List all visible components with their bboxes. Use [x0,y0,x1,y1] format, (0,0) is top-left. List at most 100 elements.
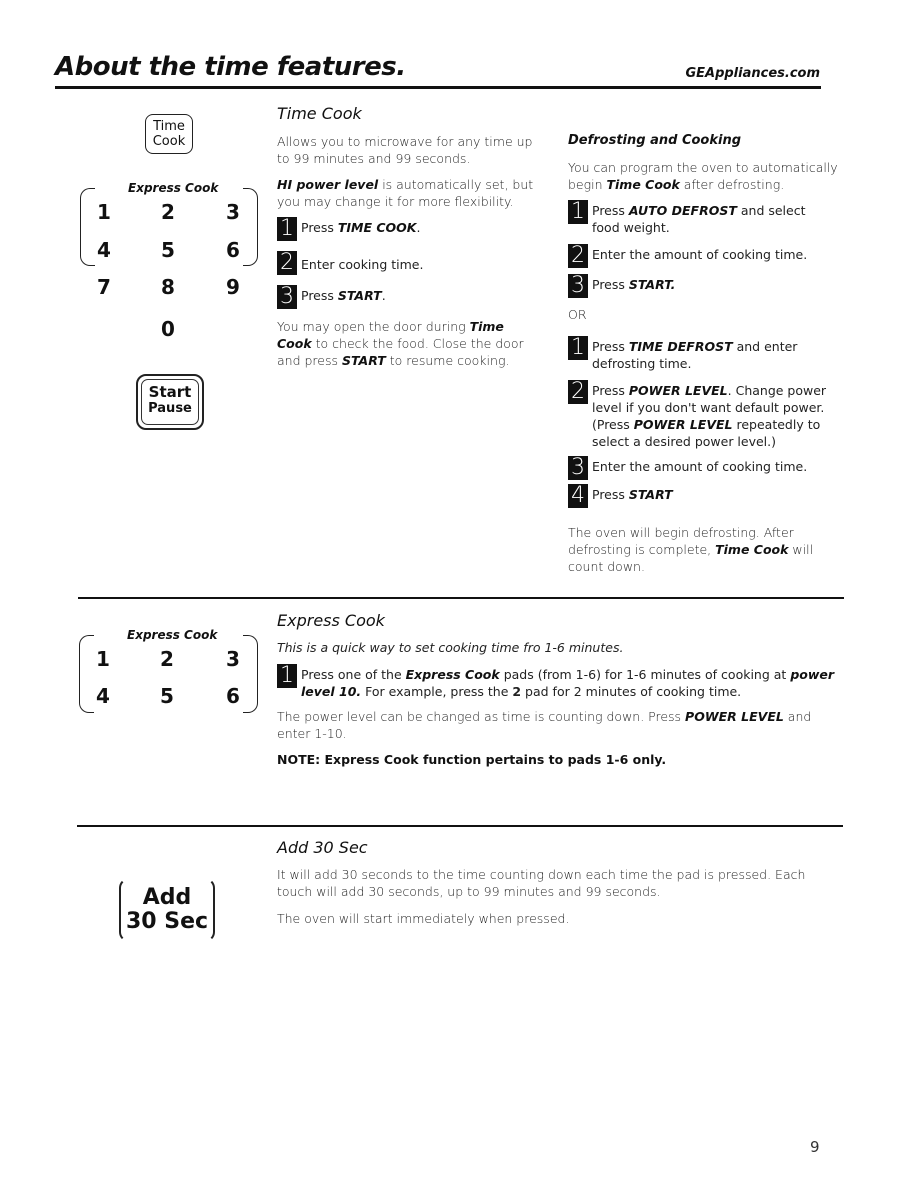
intro-bold: Time Cook [606,177,680,192]
header-divider [55,86,821,89]
defrost-steps-b: 1 Press TIME DEFROST and enter defrostin… [568,336,833,508]
step-text: Press [592,203,629,218]
express-cook-power-note: The power level can be changed as time i… [277,708,832,742]
express-key-4[interactable]: 4 [96,684,110,708]
time-cook-steps: 1 Press TIME COOK. 2 Enter cooking time.… [277,217,537,309]
step-number: 2 [568,244,588,268]
step-1: 1 Press TIME DEFROST and enter defrostin… [568,336,833,372]
keypad-bracket-left [80,188,95,266]
express-key-5[interactable]: 5 [160,684,174,708]
website-link[interactable]: GEAppliances.com [685,66,820,81]
step-number: 1 [568,200,588,224]
step-bold: START. [628,277,676,292]
step-number: 1 [277,217,297,241]
express-cook-step-1: 1 Press one of the Express Cook pads (fr… [277,664,837,700]
add-30-sec-button[interactable]: Add 30 Sec [119,878,215,942]
defrost-outro: The oven will begin defrosting. After de… [568,524,818,575]
time-cook-button[interactable]: Time Cook [145,114,193,154]
express-key-6[interactable]: 6 [226,684,240,708]
page-number: 9 [810,1138,820,1156]
step-number: 3 [277,285,297,309]
step-2: 2 Enter the amount of cooking time. [568,244,833,268]
step-bold: TIME COOK [337,220,417,235]
step-text: Press one of the [301,667,406,682]
key-4[interactable]: 4 [97,238,111,262]
power-bold: POWER LEVEL [685,709,784,724]
step-text: Press [301,220,338,235]
step-post: . [381,288,386,303]
key-1[interactable]: 1 [97,200,111,224]
30-sec-label: 30 Sec [125,909,209,934]
time-cook-line1: Time [153,119,185,134]
step-4: 4 Press START [568,484,833,508]
time-cook-power-note: HI power level is automatically set, but… [277,176,542,210]
key-2[interactable]: 2 [161,200,175,224]
step-text: Press [592,383,629,398]
express-cook-note: NOTE: Express Cook function pertains to … [277,752,667,767]
section-divider [77,825,843,827]
start-pause-button[interactable]: Start Pause [136,374,204,430]
power-bold: HI power level [277,177,379,192]
power-pre: The power level can be changed as time i… [277,709,686,724]
express-key-2[interactable]: 2 [160,647,174,671]
step-post: . [416,220,421,235]
time-cook-intro: Allows you to microwave for any time up … [277,134,533,166]
step-bold: Express Cook [405,667,500,682]
keypad-bracket-left [79,635,94,713]
step-1: 1 Press AUTO DEFROST and select food wei… [568,200,833,236]
add-30-sec-heading: Add 30 Sec [277,838,368,857]
add-30-sec-note: The oven will start immediately when pre… [277,911,570,926]
express-cook-keypad-label: Express Cook [127,628,218,642]
key-6[interactable]: 6 [226,238,240,262]
key-0[interactable]: 0 [161,317,175,341]
key-9[interactable]: 9 [226,275,240,299]
defrost-intro: You can program the oven to automaticall… [568,159,838,193]
step-text: Enter the amount of cooking time. [592,459,808,474]
step-text: Enter the amount of cooking time. [592,247,808,262]
or-label: OR [568,307,587,322]
add-30-sec-description: It will add 30 seconds to the time count… [277,867,806,899]
pause-label: Pause [148,401,192,416]
key-8[interactable]: 8 [161,275,175,299]
step-number: 4 [568,484,588,508]
key-7[interactable]: 7 [97,275,111,299]
step-post: pad for 2 minutes of cooking time. [521,684,742,699]
page-title: About the time features. [55,52,406,82]
step-number: 1 [277,664,297,688]
step-2: 2 Enter cooking time. [277,251,537,275]
step-number: 1 [568,336,588,360]
step-number: 3 [568,274,588,298]
step-mid: pads (from 1-6) for 1-6 minutes of cooki… [499,667,791,682]
step-text: Press [592,487,629,502]
outro-bold: Time Cook [715,542,789,557]
step-1: 1 Press TIME COOK. [277,217,537,241]
time-cook-heading: Time Cook [277,104,362,123]
express-cook-heading: Express Cook [277,611,385,630]
door-post: to resume cooking. [385,353,510,368]
express-key-3[interactable]: 3 [226,647,240,671]
key-5[interactable]: 5 [161,238,175,262]
door-pre: You may open the door during [277,319,470,334]
add-label: Add [142,885,192,910]
step-bold: TIME DEFROST [628,339,733,354]
defrost-heading: Defrosting and Cooking [568,133,742,148]
door-bold2: START [341,353,386,368]
time-cook-line2: Cook [152,134,186,149]
step-number: 2 [568,380,588,404]
step-3: 3 Press START. [277,285,537,309]
key-3[interactable]: 3 [226,200,240,224]
express-key-1[interactable]: 1 [96,647,110,671]
step-text: Press [301,288,338,303]
step-3: 3 Press START. [568,274,833,298]
express-cook-label: Express Cook [128,181,219,195]
step-text: Enter cooking time. [301,257,424,272]
step-bold: START [628,487,673,502]
express-cook-intro: This is a quick way to set cooking time … [277,640,624,655]
time-cook-door-note: You may open the door during Time Cook t… [277,318,537,369]
step-2: 2 Press POWER LEVEL. Change power level … [568,380,833,450]
keypad-bracket-right [243,188,258,266]
step-bold: POWER LEVEL [628,383,728,398]
step-bold2: POWER LEVEL [633,417,733,432]
step-bold: AUTO DEFROST [628,203,737,218]
step-text: Press [592,277,629,292]
